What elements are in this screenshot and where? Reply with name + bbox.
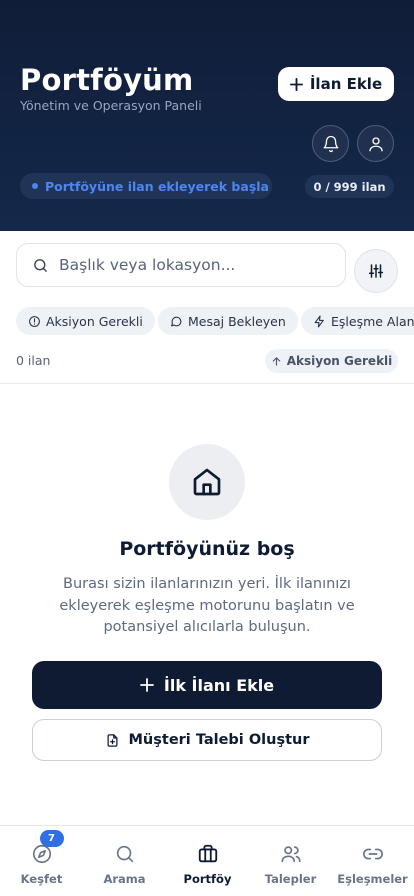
chip-label: Eşleşme Alanı xyxy=(331,313,414,329)
search-icon xyxy=(116,845,133,863)
bell-icon xyxy=(323,135,338,152)
plus-icon xyxy=(289,77,303,91)
chip-action-required[interactable]: Aksiyon Gerekli xyxy=(16,307,155,335)
secondary-button-label: Müşteri Talebi Oluştur xyxy=(128,732,310,748)
chip-awaiting-message[interactable]: Mesaj Bekleyen xyxy=(158,307,298,335)
nav-item-arama[interactable]: Arama xyxy=(83,826,166,896)
onboarding-hint: Portföyüne ilan ekleyerek başla xyxy=(20,173,272,199)
chip-label: Aksiyon Gerekli xyxy=(46,313,143,329)
briefcase-icon xyxy=(198,844,217,863)
chip-match-area[interactable]: Eşleşme Alanı xyxy=(301,307,414,335)
arrow-up-icon xyxy=(272,356,280,366)
user-icon xyxy=(368,136,383,151)
lightning-icon xyxy=(314,315,324,327)
primary-button-label: İlk İlanı Ekle xyxy=(163,675,275,695)
listing-count: 0 ilan xyxy=(16,353,51,368)
users-icon xyxy=(280,846,301,863)
create-customer-request-button[interactable]: Müşteri Talebi Oluştur xyxy=(32,719,382,761)
nav-item-eslesmeler[interactable]: Eşleşmeler xyxy=(331,826,414,896)
search-bar xyxy=(16,243,346,287)
chip-label: Mesaj Bekleyen xyxy=(188,313,286,329)
sort-label: Aksiyon Gerekli xyxy=(286,354,393,368)
nav-item-kesfet[interactable]: 7 Keşfet xyxy=(0,826,83,896)
search-input[interactable] xyxy=(59,256,329,274)
add-first-listing-button[interactable]: İlk İlanı Ekle xyxy=(32,661,382,709)
portfolio-header: Portföyüm Yönetim ve Operasyon Paneli İl… xyxy=(0,0,414,231)
page-title: Portföyüm xyxy=(20,63,194,97)
sliders-icon xyxy=(368,264,384,278)
listing-quota-badge: 0 / 999 ilan xyxy=(305,175,394,198)
file-plus-icon xyxy=(107,733,117,747)
message-icon xyxy=(171,316,182,326)
empty-state-title: Portföyünüz boş xyxy=(119,538,295,560)
plus-icon xyxy=(139,678,154,692)
empty-state-illustration xyxy=(169,444,245,520)
link-icon xyxy=(362,848,383,860)
nav-label: Eşleşmeler xyxy=(337,872,408,886)
add-listing-button[interactable]: İlan Ekle xyxy=(278,67,394,101)
status-dot xyxy=(32,183,38,189)
hint-text: Portföyüne ilan ekleyerek başla xyxy=(45,178,269,194)
nav-label: Talepler xyxy=(264,872,317,886)
filter-button[interactable] xyxy=(354,249,398,293)
profile-button[interactable] xyxy=(357,125,394,162)
filter-chips: Aksiyon Gerekli Mesaj Bekleyen Eşleşme A… xyxy=(16,307,414,335)
page-subtitle: Yönetim ve Operasyon Paneli xyxy=(20,98,202,113)
nav-item-portfoy[interactable]: Portföy xyxy=(166,826,249,896)
notifications-button[interactable] xyxy=(312,125,349,162)
empty-state-description: Burası sizin ilanlarınızın yeri. İlk ila… xyxy=(59,576,355,635)
nav-label: Arama xyxy=(103,872,146,886)
bottom-navigation: 7 Keşfet Arama Portföy Talepler Eşleşmel… xyxy=(0,825,414,896)
alert-circle-icon xyxy=(29,315,40,327)
search-icon xyxy=(34,258,47,272)
nav-item-talepler[interactable]: Talepler xyxy=(249,826,332,896)
sort-button[interactable]: Aksiyon Gerekli xyxy=(265,349,398,373)
divider xyxy=(0,383,414,384)
home-icon xyxy=(193,468,221,496)
nav-label: Portföy xyxy=(183,872,232,886)
nav-label: Keşfet xyxy=(20,872,63,886)
notification-badge: 7 xyxy=(39,830,64,847)
add-listing-label: İlan Ekle xyxy=(309,75,383,93)
